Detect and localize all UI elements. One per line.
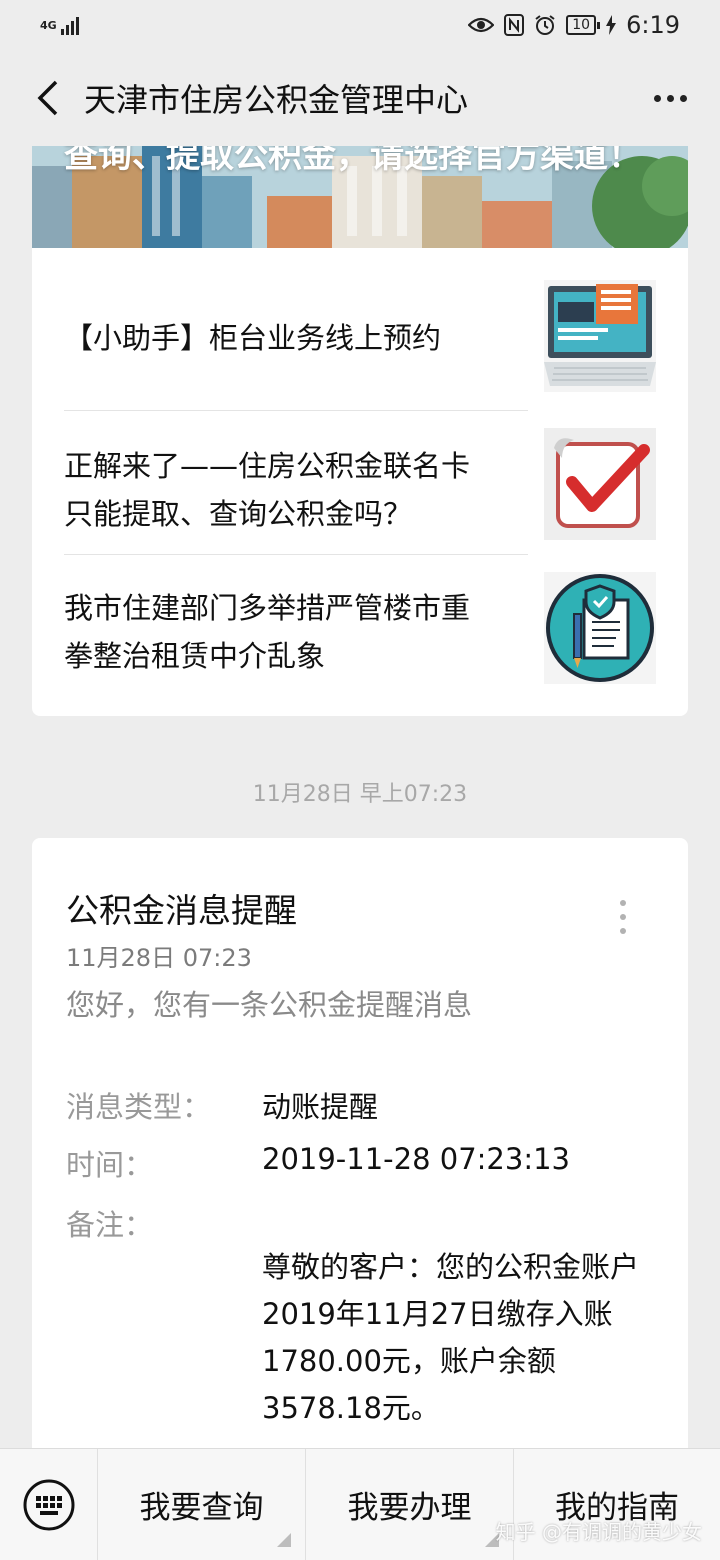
article-title: 我市住建部门多举措严管楼市重拳整治租赁中介乱象 bbox=[64, 591, 471, 673]
menu-query-button[interactable]: 我要查询 bbox=[98, 1448, 306, 1560]
laptop-thumbnail bbox=[544, 280, 656, 392]
article-title: 【小助手】柜台业务线上预约 bbox=[64, 321, 442, 355]
message-options-button[interactable] bbox=[620, 900, 626, 934]
keyboard-toggle-button[interactable] bbox=[0, 1448, 98, 1560]
signal-icon bbox=[60, 15, 79, 35]
message-timestamp: 11月28日 早上07:23 bbox=[252, 782, 468, 807]
nav-bar: 天津市住房公积金管理中心 bbox=[0, 50, 720, 146]
battery-icon: 10 bbox=[566, 15, 600, 35]
watermark: 知乎 @有调调的黄少女 bbox=[495, 1520, 702, 1544]
page-title: 天津市住房公积金管理中心 bbox=[84, 81, 469, 119]
eye-icon bbox=[468, 17, 495, 33]
message-date: 11月28日 07:23 bbox=[66, 944, 252, 972]
checkmark-thumbnail bbox=[544, 428, 656, 540]
template-message-card[interactable]: 公积金消息提醒 11月28日 07:23 您好，您有一条公积金提醒消息 消息类型… bbox=[32, 838, 688, 1478]
network-type: 4G bbox=[40, 18, 57, 32]
field-value-remark: 尊敬的客户：您的公积金账户2019年11月27日缴存入账1780.00元，账户余… bbox=[262, 1250, 640, 1425]
field-value-time: 2019-11-28 07:23:13 bbox=[262, 1142, 570, 1176]
message-intro: 您好，您有一条公积金提醒消息 bbox=[66, 988, 473, 1022]
field-label-type: 消息类型： bbox=[66, 1090, 212, 1124]
nfc-icon bbox=[504, 14, 525, 36]
charging-icon bbox=[606, 15, 617, 35]
clock: 6:19 bbox=[626, 11, 680, 39]
submenu-indicator-icon bbox=[277, 1532, 291, 1547]
article-title: 正解来了——住房公积金联名卡只能提取、查询公积金吗？ bbox=[64, 449, 471, 531]
menu-handle-button[interactable]: 我要办理 bbox=[306, 1448, 514, 1560]
field-label-time: 时间： bbox=[66, 1148, 154, 1182]
field-label-remark: 备注： bbox=[66, 1208, 154, 1242]
chevron-left-icon bbox=[37, 80, 58, 116]
article-banner[interactable]: 查询、提取公积金，请选择官方渠道！ bbox=[32, 146, 688, 248]
status-bar: 4G 10 6:19 bbox=[0, 0, 720, 50]
more-options-button[interactable] bbox=[640, 68, 700, 128]
signal-indicator: 4G bbox=[40, 15, 79, 35]
message-title: 公积金消息提醒 bbox=[66, 891, 297, 930]
shield-document-thumbnail bbox=[544, 572, 656, 684]
field-value-type: 动账提醒 bbox=[262, 1090, 379, 1124]
article-card[interactable]: 查询、提取公积金，请选择官方渠道！ 【小助手】柜台业务线上预约 正解来了——住房… bbox=[32, 146, 688, 716]
menu-label: 我要办理 bbox=[347, 1490, 472, 1526]
divider bbox=[64, 410, 528, 411]
banner-title: 查询、提取公积金，请选择官方渠道！ bbox=[64, 146, 642, 176]
keyboard-icon bbox=[23, 1479, 74, 1530]
divider bbox=[64, 554, 528, 555]
menu-label: 我要查询 bbox=[139, 1490, 264, 1526]
back-button[interactable] bbox=[18, 68, 78, 128]
alarm-icon bbox=[535, 15, 555, 35]
